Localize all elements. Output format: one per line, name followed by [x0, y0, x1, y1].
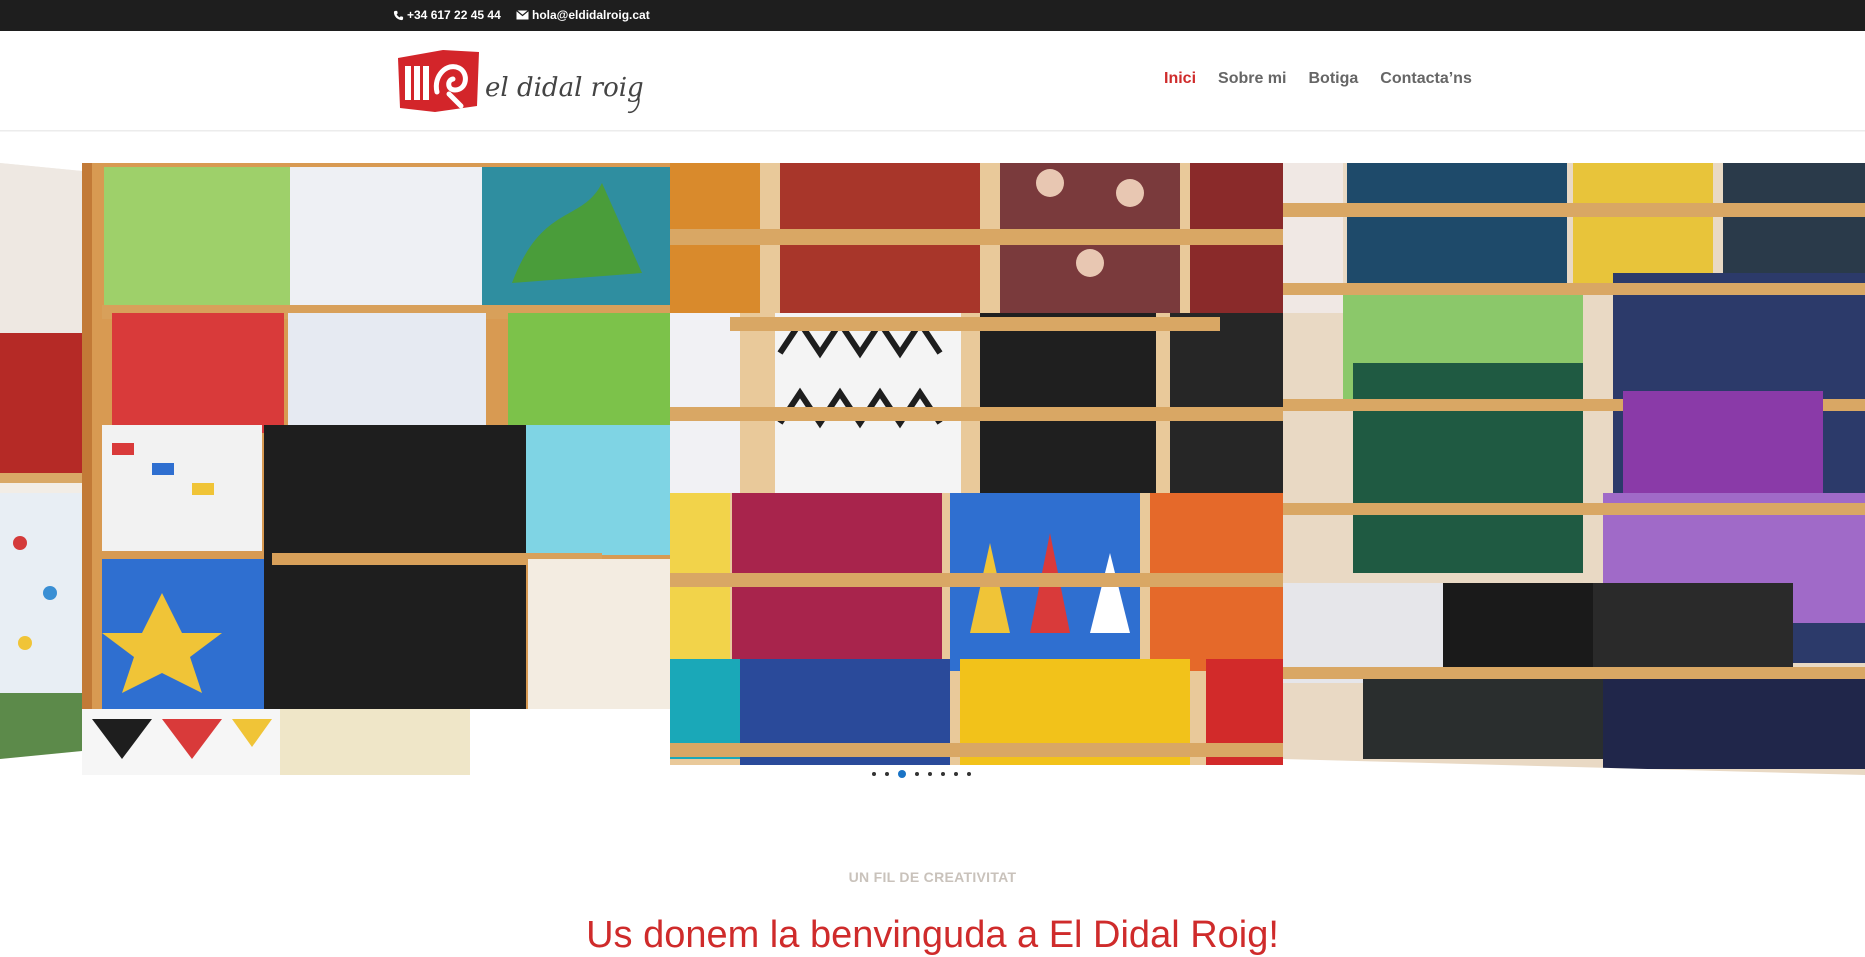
slider-dot[interactable]: [954, 772, 958, 776]
top-bar: +34 617 22 45 44 hola@eldidalroig.cat: [0, 0, 1865, 31]
slide-patterns-center[interactable]: [670, 163, 1283, 765]
main-nav: Inici Sobre mi Botiga Contacta’ns: [1164, 70, 1472, 88]
email-contact[interactable]: hola@eldidalroig.cat: [516, 8, 650, 22]
phone-contact[interactable]: +34 617 22 45 44: [393, 8, 501, 22]
fabric-slider[interactable]: [0, 163, 1865, 775]
slider-dot[interactable]: [941, 772, 945, 776]
slider-dot[interactable]: [898, 770, 906, 778]
nav-inici[interactable]: Inici: [1164, 70, 1196, 88]
site-header: el didal roig Inici Sobre mi Botiga Cont…: [0, 31, 1865, 131]
slide-solids[interactable]: [1283, 163, 1865, 775]
phone-number: +34 617 22 45 44: [407, 8, 501, 22]
section-eyebrow: UN FIL DE CREATIVITAT: [848, 869, 1017, 885]
site-logo[interactable]: el didal roig: [395, 46, 650, 118]
slider-dot[interactable]: [928, 772, 932, 776]
slider-pagination: [872, 770, 971, 778]
slide-prev-partial[interactable]: [0, 163, 82, 759]
thimble-logo-mark: el didal roig: [398, 50, 644, 114]
slide-kids-prints[interactable]: [82, 163, 670, 775]
nav-botiga[interactable]: Botiga: [1308, 70, 1358, 88]
svg-text:el didal roig: el didal roig: [485, 73, 644, 103]
slider-dot[interactable]: [872, 772, 876, 776]
phone-icon: [393, 10, 404, 20]
slider-dot[interactable]: [967, 772, 971, 776]
slider-dot[interactable]: [915, 772, 919, 776]
nav-sobre-mi[interactable]: Sobre mi: [1218, 70, 1286, 88]
welcome-heading: Us donem la benvinguda a El Didal Roig!: [586, 914, 1279, 956]
email-address: hola@eldidalroig.cat: [532, 8, 650, 22]
envelope-icon: [516, 10, 529, 20]
slider-dot[interactable]: [885, 772, 889, 776]
nav-contactans[interactable]: Contacta’ns: [1380, 70, 1472, 88]
